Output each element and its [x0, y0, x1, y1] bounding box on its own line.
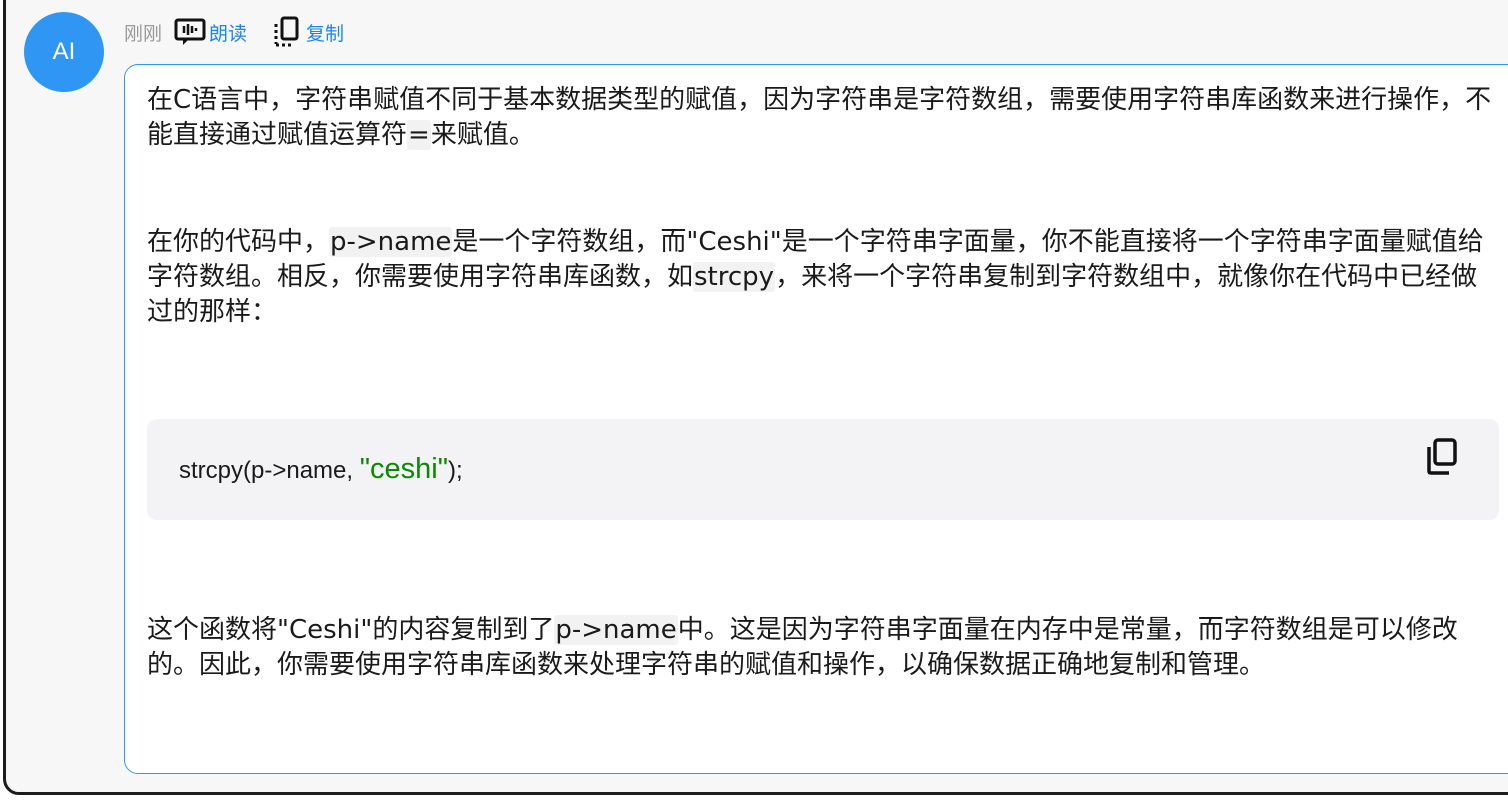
- read-aloud-button[interactable]: 朗读: [174, 18, 247, 46]
- message-meta: 刚刚 朗读 复制: [124, 14, 370, 50]
- answer-paragraph-2: 在你的代码中，p->name是一个字符数组，而"Ceshi"是一个字符串字面量，…: [147, 225, 1492, 330]
- copy-code-button[interactable]: [1425, 437, 1459, 477]
- avatar: AI: [24, 12, 104, 92]
- read-aloud-icon: [174, 18, 206, 46]
- copy-message-button[interactable]: 复制: [273, 16, 344, 48]
- copy-icon: [273, 16, 303, 48]
- paragraph-text: 在你的代码中，: [147, 227, 330, 257]
- code-suffix: );: [448, 457, 463, 484]
- answer-paragraph-1: 在C语言中，字符串赋值不同于基本数据类型的赋值，因为字符串是字符数组，需要使用字…: [147, 83, 1492, 153]
- code-string-literal: "ceshi": [359, 453, 449, 485]
- copy-code-icon: [1427, 438, 1457, 475]
- answer-paragraph-3: 这个函数将"Ceshi"的内容复制到了p->name中。这是因为字符串字面量在内…: [147, 613, 1492, 683]
- copy-message-label: 复制: [306, 22, 345, 45]
- inline-code: strcpy: [693, 262, 776, 292]
- paragraph-text: 这个函数将"Ceshi"的内容复制到了: [147, 615, 555, 645]
- inline-code: =: [407, 120, 431, 150]
- inline-code: p->name: [554, 615, 678, 645]
- paragraph-text: 在C语言中，字符串赋值不同于基本数据类型的赋值，因为字符串是字符数组，需要使用字…: [147, 85, 1492, 150]
- message-bubble: 在C语言中，字符串赋值不同于基本数据类型的赋值，因为字符串是字符数组，需要使用字…: [124, 64, 1508, 774]
- avatar-label: AI: [52, 38, 76, 65]
- code-line: strcpy(p->name, "ceshi");: [179, 453, 463, 486]
- read-aloud-label: 朗读: [209, 22, 248, 45]
- inline-code: p->name: [329, 227, 453, 257]
- code-block: strcpy(p->name, "ceshi");: [147, 419, 1499, 520]
- code-prefix: strcpy(p->name,: [179, 457, 360, 484]
- message-time: 刚刚: [124, 22, 163, 45]
- paragraph-text: 来赋值。: [430, 120, 535, 150]
